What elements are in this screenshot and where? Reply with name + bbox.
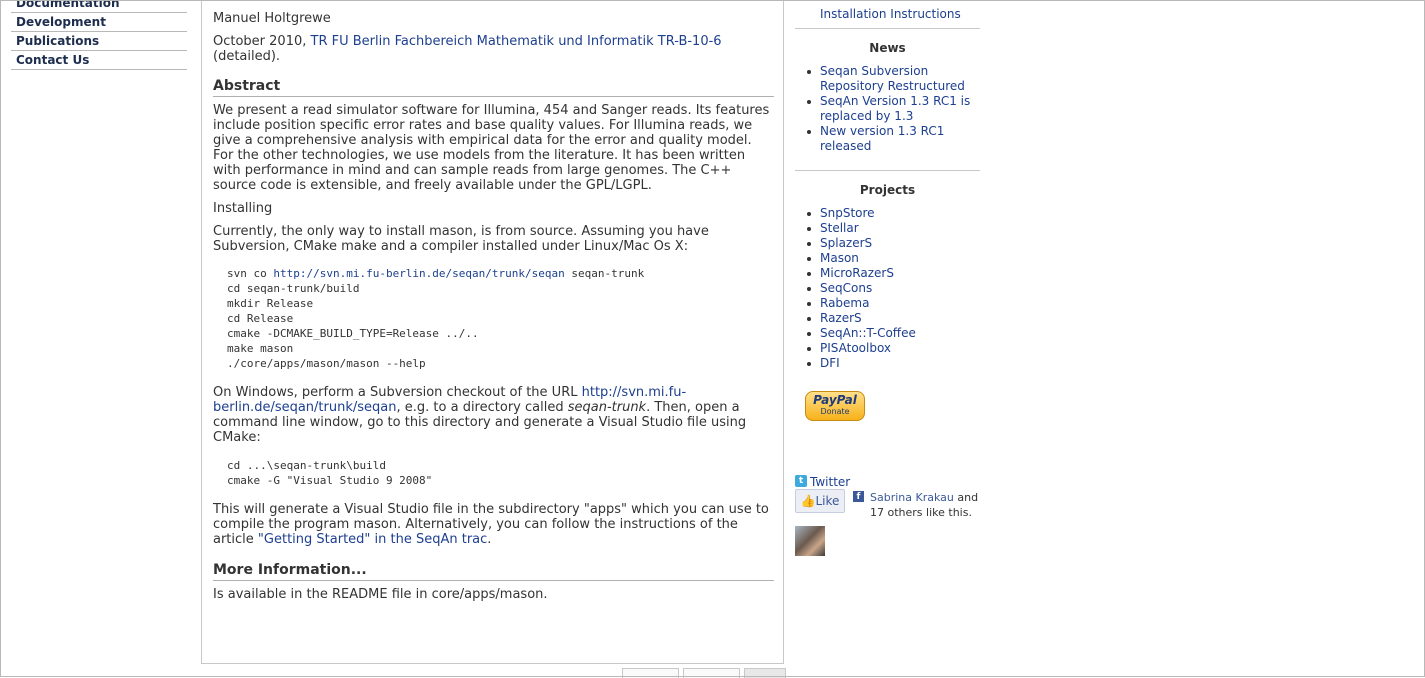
author-name: Manuel Holtgrewe — [213, 11, 331, 26]
project-item: SeqCons — [807, 281, 980, 296]
project-link[interactable]: Mason — [820, 251, 859, 265]
project-link[interactable]: Rabema — [820, 296, 869, 310]
news-link[interactable]: Seqan Subversion Repository Restructured — [820, 64, 965, 93]
nav-item-development[interactable]: Development — [11, 13, 187, 32]
project-link[interactable]: SplazerS — [820, 236, 872, 250]
news-list: Seqan Subversion Repository Restructured… — [795, 64, 980, 154]
project-link[interactable]: SeqCons — [820, 281, 872, 295]
facebook-user-link[interactable]: Sabrina Krakau — [870, 491, 954, 504]
twitter-icon[interactable]: t — [795, 475, 807, 487]
visual-studio-text: This will generate a Visual Studio file … — [213, 502, 774, 547]
windows-instructions: On Windows, perform a Subversion checkou… — [213, 385, 774, 445]
paypal-donate-label: Donate — [820, 407, 850, 416]
article: Manuel Holtgrewe October 2010, TR FU Ber… — [213, 11, 774, 602]
facebook-avatar[interactable] — [795, 526, 825, 556]
install-intro: Currently, the only way to install mason… — [213, 224, 709, 254]
nav-item-publications[interactable]: Publications — [11, 32, 187, 51]
project-item: Rabema — [807, 296, 980, 311]
thumbs-up-icon: 👍 — [800, 494, 816, 508]
facebook-icon: f — [853, 491, 864, 502]
project-link[interactable]: SeqAn::T-Coffee — [820, 326, 916, 340]
code-block-windows: cd ...\seqan-trunk\build cmake -G "Visua… — [227, 459, 433, 487]
windows-text: , e.g. to a directory called — [396, 400, 564, 415]
project-item: SnpStore — [807, 206, 980, 221]
installing-label: Installing — [213, 201, 273, 216]
project-link[interactable]: Stellar — [820, 221, 859, 235]
news-item: New version 1.3 RC1 released — [807, 124, 980, 154]
getting-started-link[interactable]: "Getting Started" in the SeqAn trac — [258, 532, 487, 547]
twitter-link[interactable]: Twitter — [810, 475, 850, 490]
citation-suffix: (detailed). — [213, 49, 281, 64]
projects-list: SnpStore Stellar SplazerS Mason MicroRaz… — [795, 206, 980, 371]
project-item: RazerS — [807, 311, 980, 326]
news-link[interactable]: SeqAn Version 1.3 RC1 is replaced by 1.3 — [820, 94, 970, 123]
project-item: MicroRazerS — [807, 266, 980, 281]
project-link[interactable]: DFI — [820, 356, 840, 370]
sidebar-divider — [795, 28, 980, 29]
project-link[interactable]: MicroRazerS — [820, 266, 894, 280]
project-item: DFI — [807, 356, 980, 371]
abstract-text: We present a read simulator software for… — [213, 103, 770, 193]
facebook-like-count: Sabrina Krakau and 17 others like this. — [870, 490, 980, 520]
project-item: PISAtoolbox — [807, 341, 980, 356]
news-item: SeqAn Version 1.3 RC1 is replaced by 1.3 — [807, 94, 980, 124]
abstract-heading: Abstract — [213, 79, 774, 97]
project-item: Stellar — [807, 221, 980, 236]
project-item: SplazerS — [807, 236, 980, 251]
vs-text: . — [487, 532, 492, 547]
citation-date: October 2010, — [213, 34, 307, 49]
project-link[interactable]: RazerS — [820, 311, 862, 325]
code-text: cd seqan-trunk/build mkdir Release cd Re… — [227, 282, 479, 370]
news-heading: News — [869, 41, 906, 55]
left-navigation: Documentation Development Publications C… — [11, 0, 187, 70]
windows-dir: seqan-trunk — [567, 400, 647, 415]
like-label: Like — [815, 494, 840, 508]
project-link[interactable]: PISAtoolbox — [820, 341, 891, 355]
project-item: SeqAn::T-Coffee — [807, 326, 980, 341]
more-information-text: Is available in the README file in core/… — [213, 587, 548, 602]
installation-instructions-link[interactable]: Installation Instructions — [820, 7, 961, 22]
project-link[interactable]: SnpStore — [820, 206, 875, 220]
sidebar-divider — [795, 170, 980, 171]
citation-link[interactable]: TR FU Berlin Fachbereich Mathematik und … — [311, 34, 722, 49]
main-content-panel: Manuel Holtgrewe October 2010, TR FU Ber… — [201, 0, 784, 664]
code-block-linux: svn co http://svn.mi.fu-berlin.de/seqan/… — [213, 266, 774, 371]
nav-item-documentation[interactable]: Documentation — [11, 0, 187, 13]
paypal-donate-button[interactable]: PayPal Donate — [805, 391, 865, 421]
news-item: Seqan Subversion Repository Restructured — [807, 64, 980, 94]
news-link[interactable]: New version 1.3 RC1 released — [820, 124, 944, 153]
more-information-heading: More Information... — [213, 563, 774, 581]
facebook-like-button[interactable]: 👍Like — [795, 489, 845, 513]
windows-text: On Windows, perform a Subversion checkou… — [213, 385, 578, 400]
project-item: Mason — [807, 251, 980, 266]
svn-url-link[interactable]: http://svn.mi.fu-berlin.de/seqan/trunk/s… — [273, 267, 564, 280]
projects-heading: Projects — [859, 183, 916, 197]
code-text: seqan-trunk — [564, 267, 645, 280]
citation: October 2010, TR FU Berlin Fachbereich M… — [213, 34, 733, 64]
code-text: svn co — [227, 267, 274, 280]
nav-item-contact-us[interactable]: Contact Us — [11, 51, 187, 70]
paypal-label: PayPal — [813, 393, 857, 407]
